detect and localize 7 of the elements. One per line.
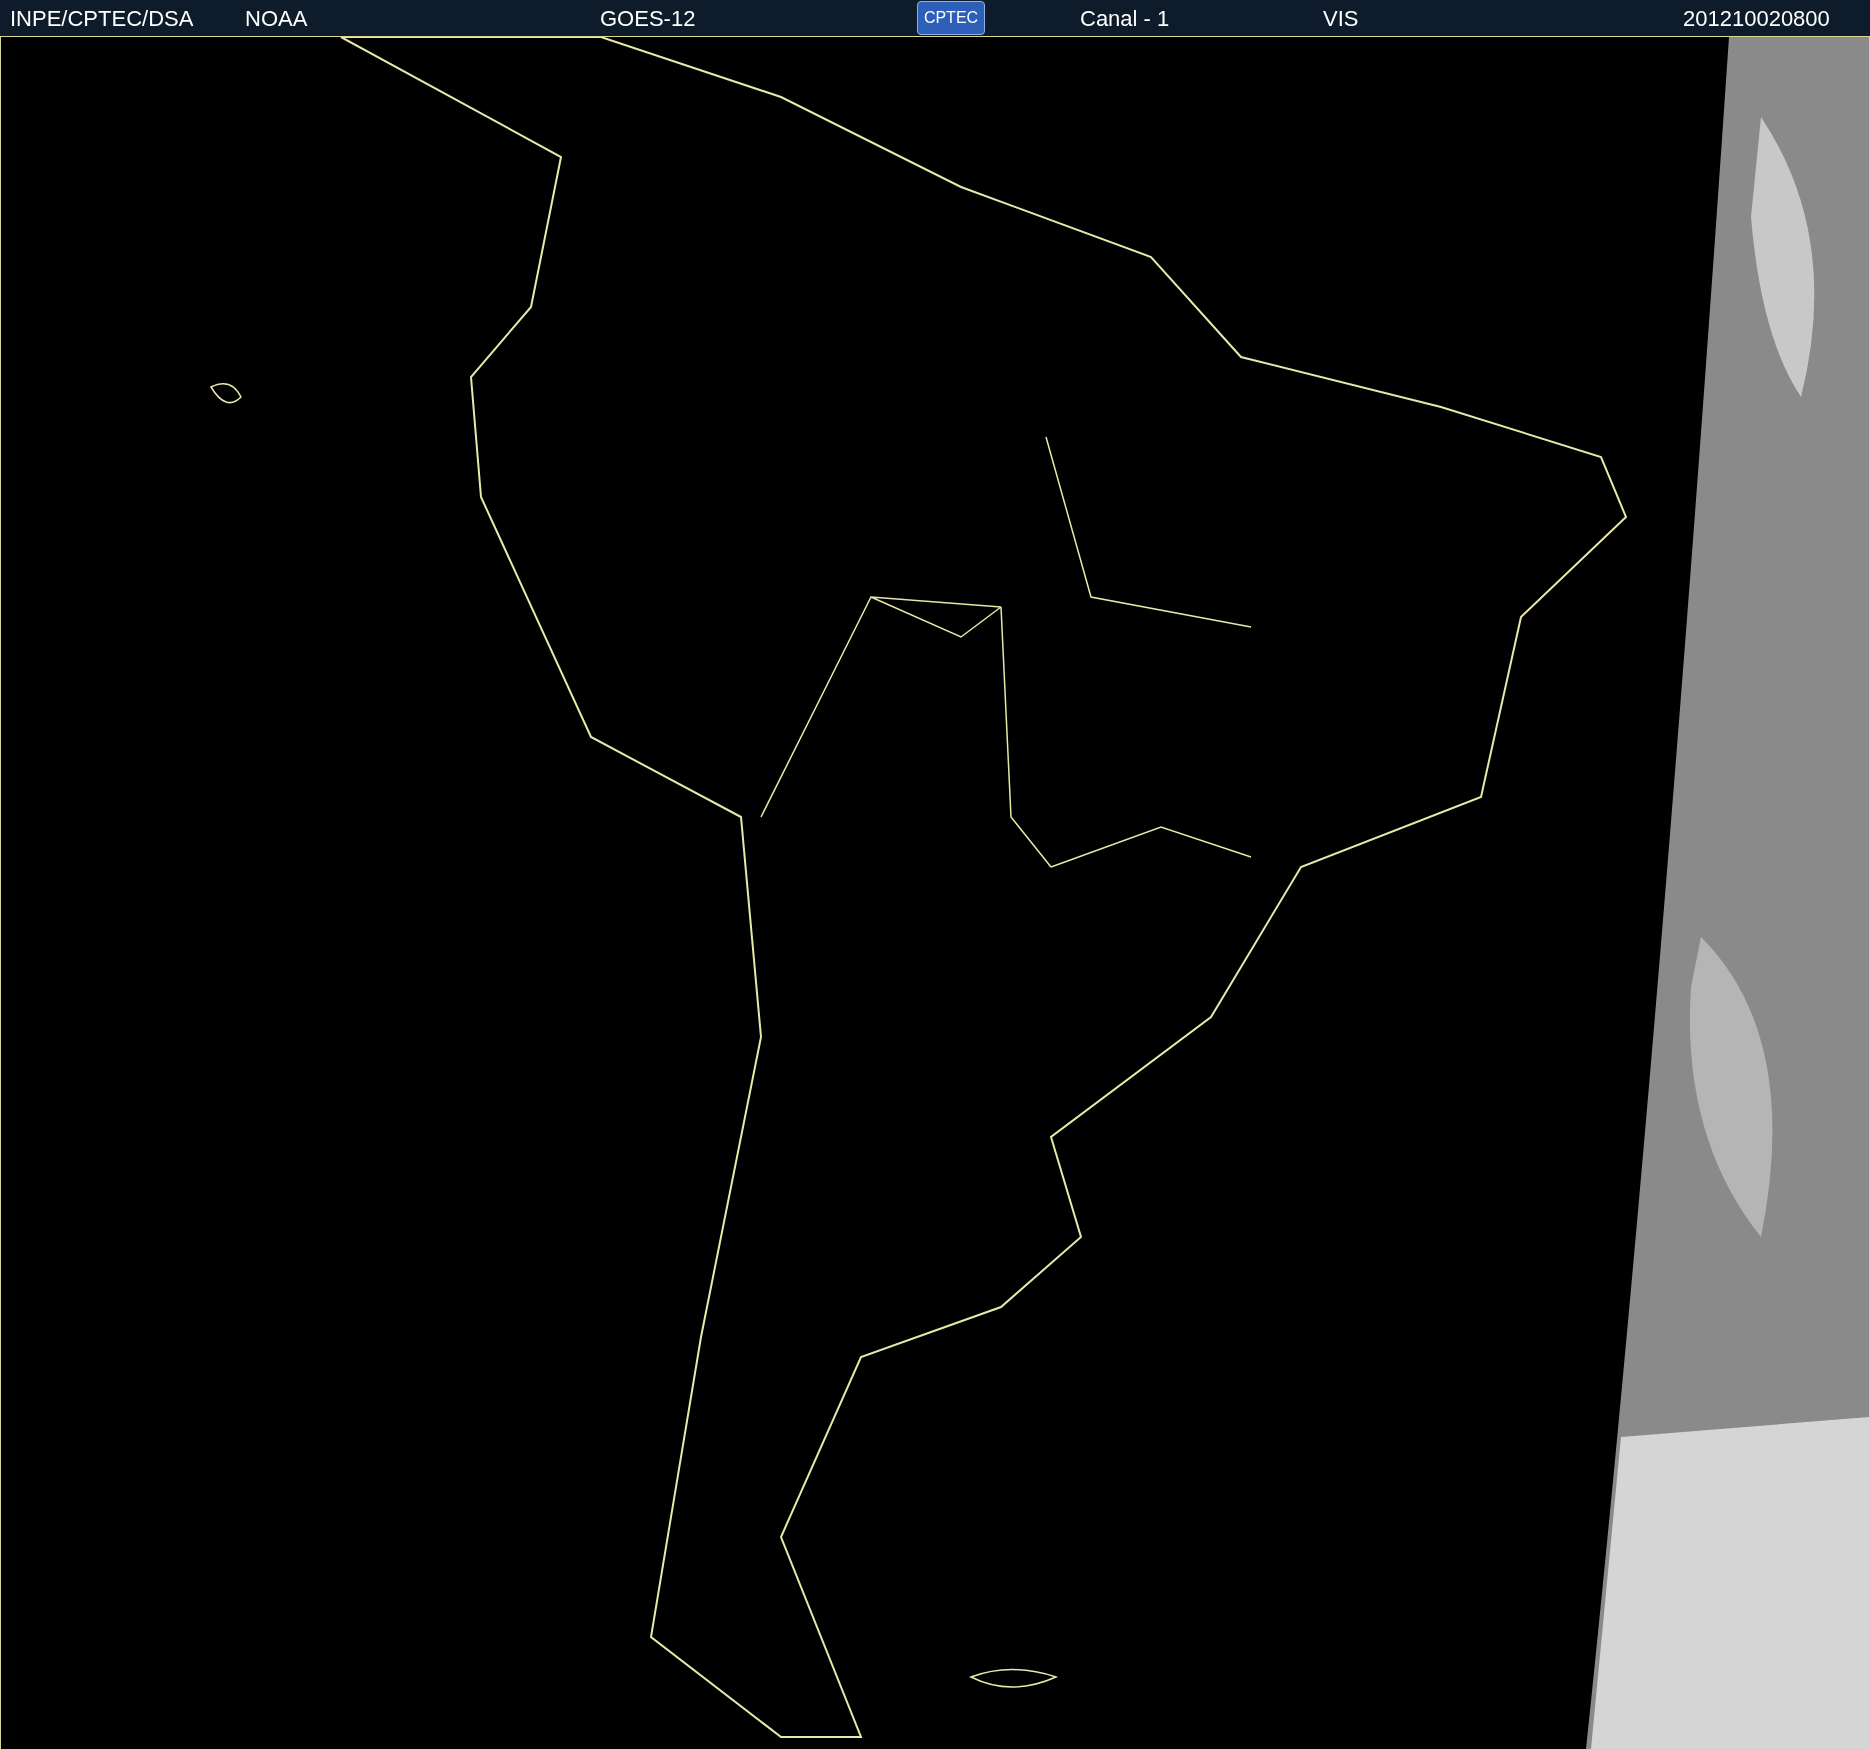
header-label: NOAA [245, 4, 308, 33]
header-label: 201210020800 [1683, 4, 1830, 33]
header-label: Canal - 1 [1080, 4, 1170, 33]
logo: CPTEC [917, 1, 985, 35]
header-label: INPE/CPTEC/DSA [10, 4, 194, 33]
header-label: VIS [1323, 4, 1359, 33]
header-label: GOES-12 [600, 4, 696, 33]
